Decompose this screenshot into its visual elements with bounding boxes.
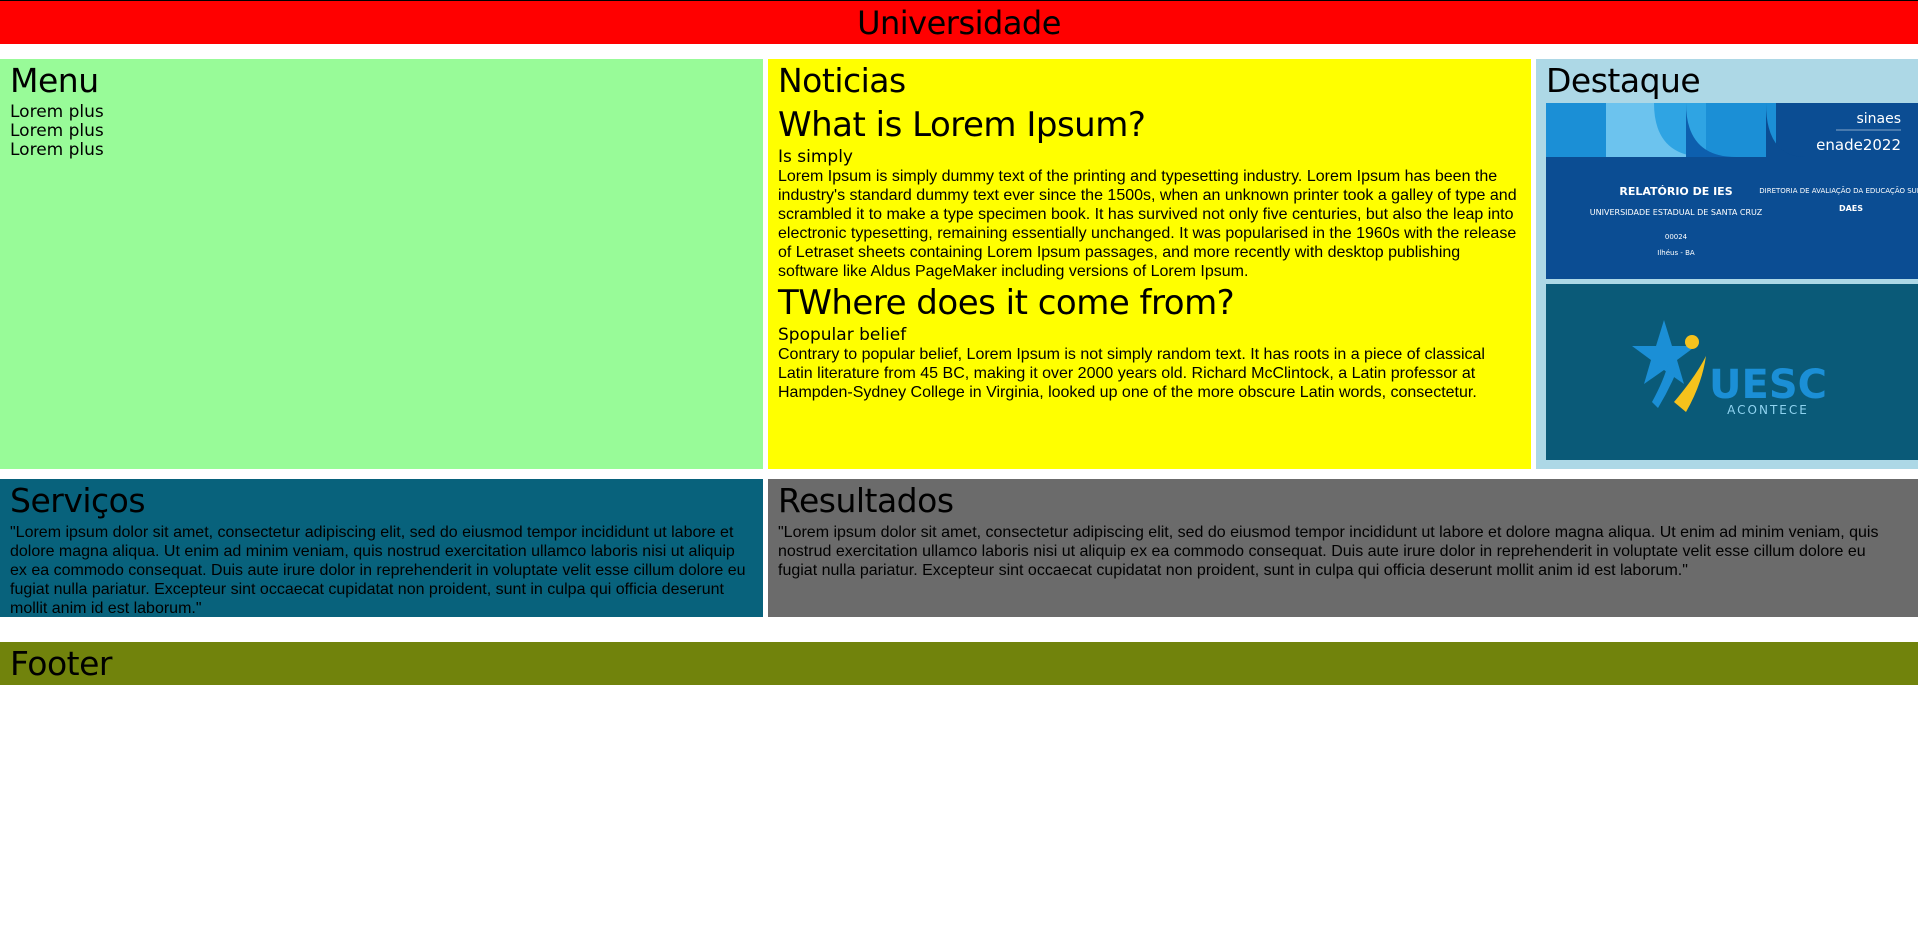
news-panel: Noticias What is Lorem Ipsum? Is simply … (768, 59, 1531, 469)
services-body: "Lorem ipsum dolor sit amet, consectetur… (10, 524, 746, 617)
report-directorate: DIRETORIA DE AVALIAÇÃO DA EDUCAÇÃO SUPER… (1759, 186, 1918, 195)
site-title: Universidade (857, 3, 1061, 42)
uesc-logo-text: UESC (1709, 362, 1827, 408)
site-header: Universidade (0, 0, 1918, 44)
article-body: Contrary to popular belief, Lorem Ipsum … (778, 346, 1485, 401)
article-subheading: Spopular belief (778, 325, 907, 345)
services-panel: Serviços "Lorem ipsum dolor sit amet, co… (0, 479, 763, 617)
menu-title: Menu (10, 61, 99, 100)
uesc-logo-graphic: UESC ACONTECE (1546, 284, 1918, 460)
report-brand-sub: enade2022 (1816, 136, 1901, 154)
report-brand-top: sinaes (1856, 111, 1901, 127)
news-article: TWhere does it come from? Spopular belie… (778, 281, 1521, 402)
article-heading: TWhere does it come from? (778, 283, 1235, 323)
report-code: 00024 (1665, 233, 1688, 241)
menu-item[interactable]: Lorem plus (10, 103, 753, 122)
article-body: Lorem Ipsum is simply dummy text of the … (778, 168, 1517, 280)
report-title: RELATÓRIO DE IES (1619, 185, 1732, 198)
article-subheading: Is simply (778, 147, 853, 167)
results-title: Resultados (778, 481, 954, 520)
menu-item[interactable]: Lorem plus (10, 122, 753, 141)
report-cover-graphic: sinaes enade2022 RELATÓRIO DE IES UNIVER… (1546, 103, 1918, 279)
services-title: Serviços (10, 481, 146, 520)
uesc-acontece-image[interactable]: UESC ACONTECE (1546, 284, 1918, 460)
site-footer: Footer (0, 642, 1918, 685)
article-heading: What is Lorem Ipsum? (778, 105, 1146, 145)
menu-list: Lorem plus Lorem plus Lorem plus (10, 103, 753, 160)
report-directorate-short: DAES (1839, 204, 1863, 213)
menu-panel: Menu Lorem plus Lorem plus Lorem plus (0, 59, 763, 469)
uesc-tagline: ACONTECE (1727, 403, 1809, 417)
highlight-panel: Destaque sinaes enade2022 RELATÓRIO DE I… (1536, 59, 1918, 469)
menu-item[interactable]: Lorem plus (10, 141, 753, 160)
report-institution: UNIVERSIDADE ESTADUAL DE SANTA CRUZ (1590, 208, 1763, 217)
results-body: "Lorem ipsum dolor sit amet, consectetur… (778, 524, 1879, 579)
results-panel: Resultados "Lorem ipsum dolor sit amet, … (768, 479, 1918, 617)
news-article: What is Lorem Ipsum? Is simply Lorem Ips… (778, 103, 1521, 281)
report-cover-image[interactable]: sinaes enade2022 RELATÓRIO DE IES UNIVER… (1546, 103, 1918, 279)
page-root: Universidade Menu Lorem plus Lorem plus … (0, 0, 1918, 936)
news-title: Noticias (778, 61, 906, 100)
report-location: Ilhéus - BA (1657, 249, 1695, 257)
footer-title: Footer (10, 644, 113, 683)
highlight-title: Destaque (1546, 61, 1701, 100)
